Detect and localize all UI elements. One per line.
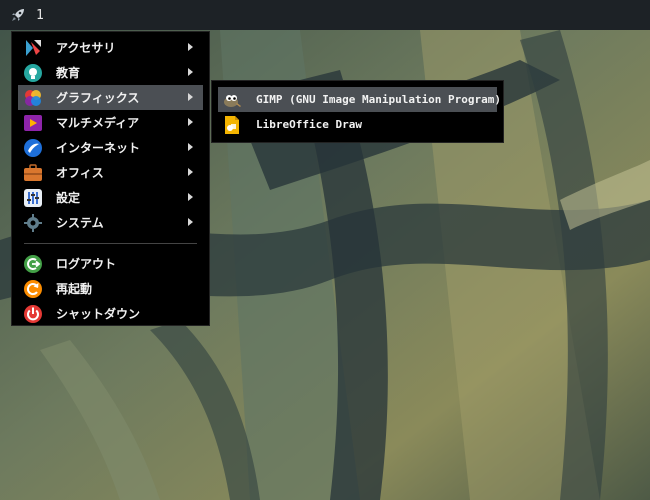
top-panel: 1 <box>0 0 650 30</box>
menu-item-label: 教育 <box>56 66 81 80</box>
menu-item-label: オフィス <box>56 166 104 180</box>
submenu-item-libreoffice-draw[interactable]: LibreOffice Draw <box>212 112 503 137</box>
accessories-icon <box>23 38 43 58</box>
submenu-arrow-icon <box>188 193 193 201</box>
gimp-icon <box>222 90 242 110</box>
multimedia-icon <box>23 113 43 133</box>
graphics-icon <box>23 88 43 108</box>
internet-icon <box>23 138 43 158</box>
workspace-indicator[interactable]: 1 <box>36 8 44 23</box>
menu-item-education[interactable]: 教育 <box>12 60 209 85</box>
menu-item-label: アクセサリ <box>56 41 116 55</box>
menu-item-label: システム <box>56 216 104 230</box>
shutdown-icon <box>23 304 43 324</box>
education-icon <box>23 63 43 83</box>
menu-item-label: 設定 <box>56 191 81 205</box>
menu-item-label: インターネット <box>56 141 141 155</box>
menu-item-internet[interactable]: インターネット <box>12 135 209 160</box>
menu-item-label: マルチメディア <box>56 116 140 130</box>
graphics-submenu: GIMP (GNU Image Manipulation Program) Li… <box>211 80 504 143</box>
logout-icon <box>23 254 43 274</box>
menu-item-label: シャットダウン <box>56 307 141 321</box>
application-menu: アクセサリ 教育 グラフィックス マルチメディア インターネット オフィス 設定… <box>11 31 210 326</box>
restart-icon <box>23 279 43 299</box>
submenu-arrow-icon <box>188 143 193 151</box>
menu-item-shutdown[interactable]: シャットダウン <box>12 301 209 326</box>
submenu-arrow-icon <box>188 218 193 226</box>
submenu-arrow-icon <box>188 118 193 126</box>
menu-item-accessories[interactable]: アクセサリ <box>12 35 209 60</box>
application-launcher-button[interactable] <box>6 3 30 27</box>
libreoffice-draw-icon <box>222 115 242 135</box>
submenu-arrow-icon <box>188 93 193 101</box>
settings-icon <box>23 188 43 208</box>
menu-item-label: 再起動 <box>56 282 93 296</box>
menu-item-multimedia[interactable]: マルチメディア <box>12 110 209 135</box>
rocket-icon <box>12 9 24 21</box>
menu-item-graphics[interactable]: グラフィックス <box>18 85 203 110</box>
submenu-arrow-icon <box>188 68 193 76</box>
menu-item-logout[interactable]: ログアウト <box>12 251 209 276</box>
system-icon <box>23 213 43 233</box>
submenu-item-gimp[interactable]: GIMP (GNU Image Manipulation Program) <box>218 87 501 112</box>
office-icon <box>23 163 43 183</box>
submenu-item-label: LibreOffice Draw <box>256 118 362 131</box>
menu-item-settings[interactable]: 設定 <box>12 185 209 210</box>
menu-item-label: ログアウト <box>56 257 117 271</box>
menu-item-label: グラフィックス <box>56 91 140 105</box>
menu-item-restart[interactable]: 再起動 <box>12 276 209 301</box>
menu-item-system[interactable]: システム <box>12 210 209 235</box>
menu-item-office[interactable]: オフィス <box>12 160 209 185</box>
submenu-arrow-icon <box>188 168 193 176</box>
submenu-arrow-icon <box>188 43 193 51</box>
menu-separator <box>24 243 197 244</box>
submenu-item-label: GIMP (GNU Image Manipulation Program) <box>256 93 502 106</box>
